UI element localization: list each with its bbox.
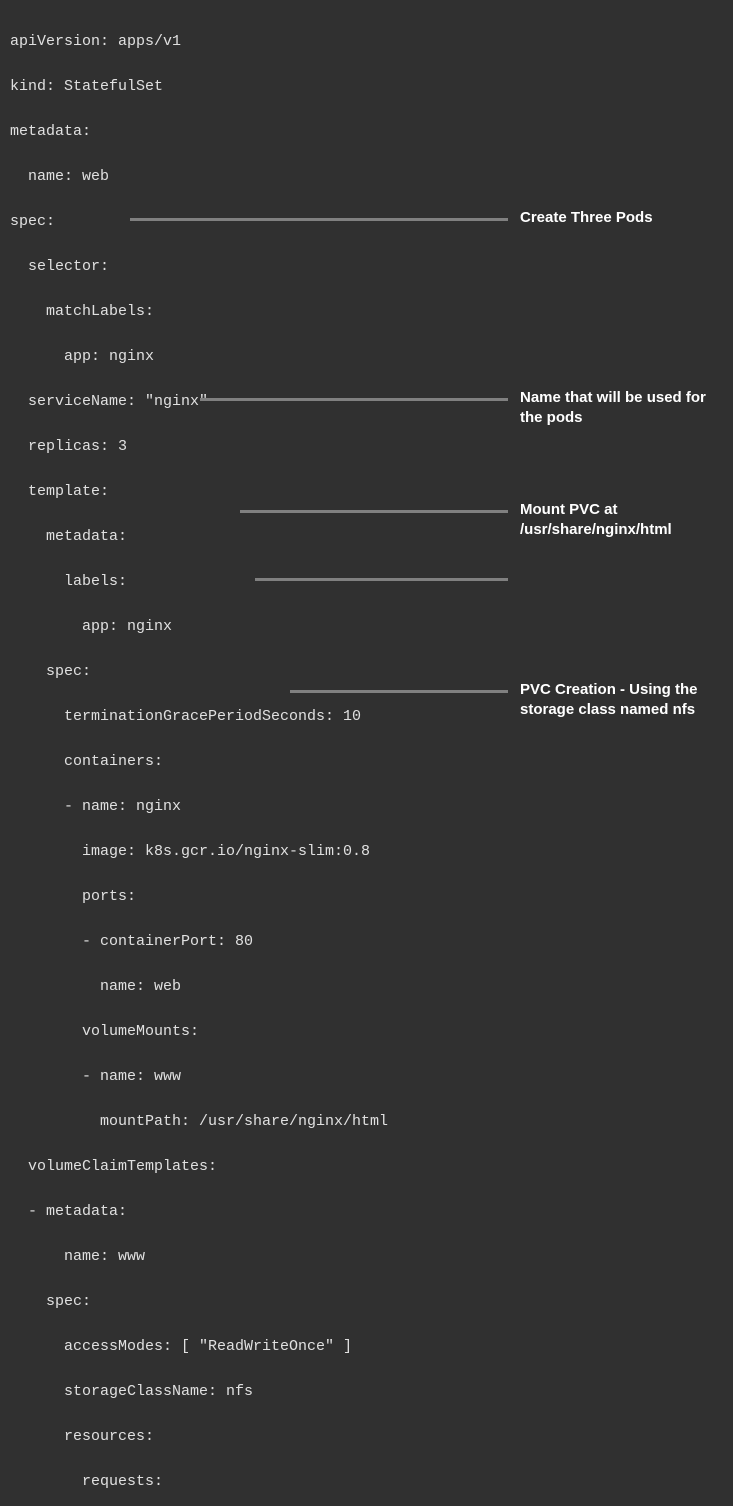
code-line: labels: — [10, 571, 723, 594]
annotation-name: Name that will be used for the pods — [520, 388, 720, 427]
code-line: image: k8s.gcr.io/nginx-slim:0.8 — [10, 841, 723, 864]
code-line: app: nginx — [10, 616, 723, 639]
code-line: - name: www — [10, 1066, 723, 1089]
code-line: - name: nginx — [10, 796, 723, 819]
connector-line — [240, 510, 508, 513]
annotation-volumemounts: Mount PVC at /usr/share/nginx/html — [520, 500, 730, 539]
code-line: containers: — [10, 751, 723, 774]
code-line: - metadata: — [10, 1201, 723, 1224]
code-line: app: nginx — [10, 346, 723, 369]
annotation-text: Name that will be used for the pods — [520, 389, 706, 426]
code-line: mountPath: /usr/share/nginx/html — [10, 1111, 723, 1134]
code-line: apiVersion: apps/v1 — [10, 31, 723, 54]
code-line: - containerPort: 80 — [10, 931, 723, 954]
code-line: name: web — [10, 166, 723, 189]
connector-line — [290, 690, 508, 693]
code-line: resources: — [10, 1426, 723, 1449]
code-line: name: web — [10, 976, 723, 999]
code-line: volumeClaimTemplates: — [10, 1156, 723, 1179]
annotation-text: Create Three Pods — [520, 209, 653, 226]
connector-line — [255, 578, 508, 581]
code-line: accessModes: [ "ReadWriteOnce" ] — [10, 1336, 723, 1359]
code-line: metadata: — [10, 121, 723, 144]
code-line: spec: — [10, 1291, 723, 1314]
code-line: name: www — [10, 1246, 723, 1269]
annotation-replicas: Create Three Pods — [520, 208, 720, 228]
code-line: volumeMounts: — [10, 1021, 723, 1044]
connector-line — [130, 218, 508, 221]
code-line: selector: — [10, 256, 723, 279]
code-line: matchLabels: — [10, 301, 723, 324]
code-line: ports: — [10, 886, 723, 909]
code-line: storageClassName: nfs — [10, 1381, 723, 1404]
code-line: requests: — [10, 1471, 723, 1494]
connector-line — [200, 398, 508, 401]
annotation-text: PVC Creation - Using the storage class n… — [520, 681, 698, 718]
annotation-pvc: PVC Creation - Using the storage class n… — [520, 680, 720, 719]
annotation-text: Mount PVC at /usr/share/nginx/html — [520, 501, 672, 538]
code-line: replicas: 3 — [10, 436, 723, 459]
code-line: kind: StatefulSet — [10, 76, 723, 99]
